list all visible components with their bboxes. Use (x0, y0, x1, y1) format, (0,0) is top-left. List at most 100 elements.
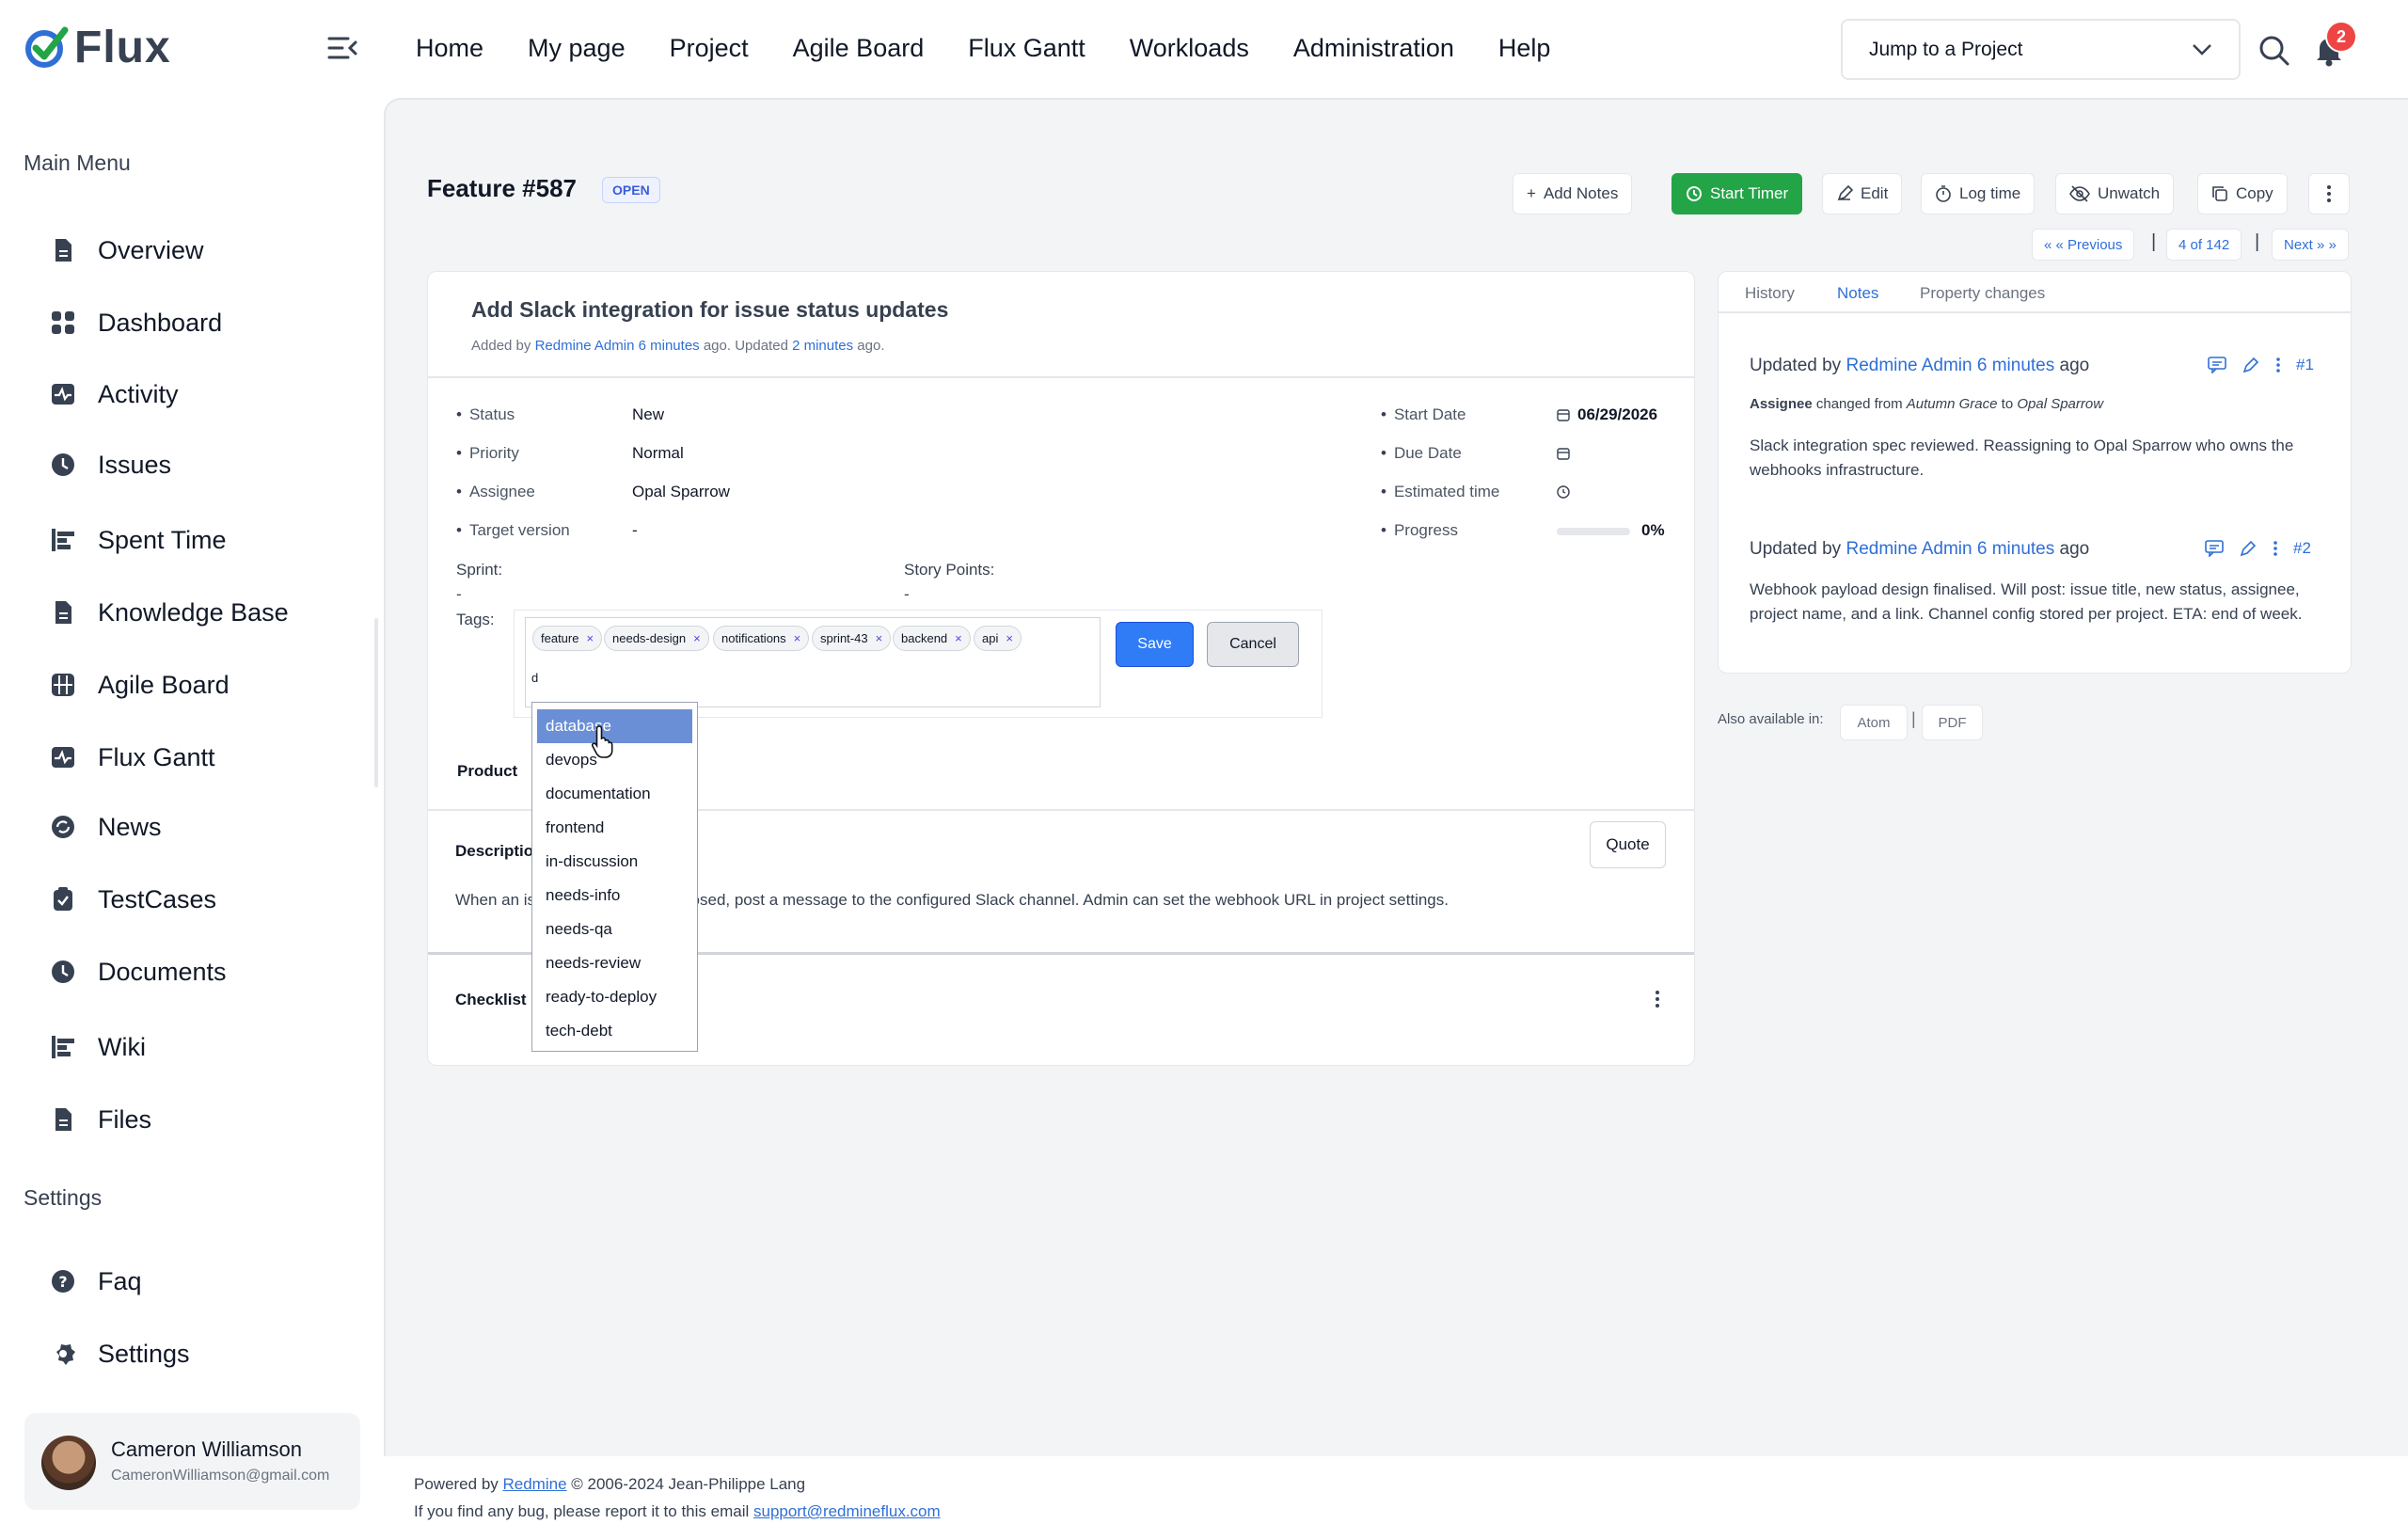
note-prefix: Updated by (1750, 539, 1846, 559)
sidebar-item-testcases[interactable]: TestCases (49, 881, 216, 918)
search-icon[interactable] (2258, 34, 2291, 68)
edit-button[interactable]: Edit (1822, 173, 1903, 214)
comment-icon[interactable] (2205, 540, 2224, 557)
suggestion-item[interactable]: tech-debt (537, 1014, 692, 1048)
comment-icon[interactable] (2208, 357, 2226, 373)
sidebar-item-knowledge-base[interactable]: Knowledge Base (49, 594, 289, 631)
suggestion-item[interactable]: ready-to-deploy (537, 980, 692, 1014)
tag-typed-text[interactable]: d (531, 671, 538, 685)
status-label: Status (456, 405, 515, 424)
sidebar-scrollbar[interactable] (374, 618, 378, 787)
save-button[interactable]: Save (1116, 622, 1194, 667)
jump-to-project-select[interactable]: Jump to a Project (1841, 19, 2241, 80)
note-time-link[interactable]: 6 minutes (1977, 356, 2054, 375)
nav-flux-gantt[interactable]: Flux Gantt (968, 34, 1085, 63)
note-time-link[interactable]: 6 minutes (1977, 539, 2054, 559)
author-link[interactable]: Redmine Admin (535, 338, 635, 354)
suggestion-item[interactable]: needs-info (537, 879, 692, 913)
divider (428, 376, 1694, 378)
kebab-icon[interactable] (1648, 988, 1667, 1010)
remove-tag-icon[interactable]: × (586, 631, 594, 645)
tab-notes[interactable]: Notes (1837, 284, 1878, 303)
tag-chip: sprint-43 × (812, 626, 892, 651)
suggestion-item[interactable]: frontend (537, 811, 692, 845)
description-start: When an is (455, 891, 536, 909)
sidebar-item-flux-gantt[interactable]: Flux Gantt (49, 738, 215, 776)
progress-label: Progress (1381, 521, 1458, 540)
redmine-link[interactable]: Redmine (503, 1475, 567, 1493)
sidebar-item-activity[interactable]: Activity (49, 375, 179, 413)
quote-button[interactable]: Quote (1590, 821, 1666, 868)
sidebar-item-dashboard[interactable]: Dashboard (49, 304, 222, 341)
note-number-link[interactable]: #1 (2296, 356, 2314, 374)
cancel-button[interactable]: Cancel (1207, 622, 1299, 667)
sidebar-item-faq[interactable]: ? Faq (49, 1262, 142, 1300)
sidebar-item-label: TestCases (98, 884, 217, 913)
more-actions-button[interactable] (2308, 173, 2350, 214)
nav-agile-board[interactable]: Agile Board (793, 34, 925, 63)
sidebar-item-spent-time[interactable]: Spent Time (49, 521, 227, 559)
tab-history[interactable]: History (1745, 284, 1795, 303)
start-timer-button[interactable]: Start Timer (1671, 173, 1803, 214)
plus-icon: + (1527, 184, 1536, 202)
log-time-button[interactable]: Log time (1921, 173, 2036, 214)
nav-my-page[interactable]: My page (528, 34, 626, 63)
added-ago-link[interactable]: 6 minutes (639, 338, 700, 354)
previous-issue-link[interactable]: « « Previous (2032, 229, 2135, 261)
copy-button[interactable]: Copy (2197, 173, 2288, 214)
suggestion-item[interactable]: needs-review (537, 946, 692, 980)
pager-separator: | (2151, 231, 2157, 252)
unwatch-button[interactable]: Unwatch (2055, 173, 2175, 214)
remove-tag-icon[interactable]: × (693, 631, 701, 645)
sidebar-item-files[interactable]: Files (49, 1101, 151, 1138)
pencil-icon[interactable] (2242, 357, 2260, 373)
pdf-format-link[interactable]: PDF (1922, 705, 1983, 740)
assignee-value: Opal Sparrow (632, 483, 730, 500)
bug-report-text: If you find any bug, please report it to… (414, 1502, 753, 1520)
sidebar-item-agile-board[interactable]: Agile Board (49, 666, 230, 704)
nav-help[interactable]: Help (1498, 34, 1551, 63)
sidebar-item-overview[interactable]: Overview (49, 231, 204, 269)
kebab-icon[interactable] (2273, 540, 2278, 557)
note-author-link[interactable]: Redmine Admin (1846, 356, 1972, 375)
remove-tag-icon[interactable]: × (794, 631, 801, 645)
remove-tag-icon[interactable]: × (955, 631, 962, 645)
story-points-label: Story Points: (904, 561, 995, 579)
add-notes-button[interactable]: + Add Notes (1513, 173, 1633, 214)
note-property-change: Assignee changed from Autumn Grace to Op… (1750, 396, 2103, 412)
sidebar-item-wiki[interactable]: Wiki (49, 1028, 146, 1066)
bars-icon (49, 526, 77, 554)
note-header: Updated by Redmine Admin 6 minutes ago (1750, 539, 2089, 560)
note-number-link[interactable]: #2 (2293, 539, 2311, 558)
next-issue-link[interactable]: Next » » (2272, 229, 2349, 261)
calendar-icon (1557, 409, 1570, 421)
app-logo[interactable]: Flux (24, 21, 171, 73)
remove-tag-icon[interactable]: × (1006, 631, 1013, 645)
nav-workloads[interactable]: Workloads (1130, 34, 1249, 63)
support-email-link[interactable]: support@redmineflux.com (753, 1502, 941, 1520)
sidebar-item-issues[interactable]: Issues (49, 446, 171, 484)
remove-tag-icon[interactable]: × (876, 631, 883, 645)
refresh-icon (49, 813, 77, 841)
kebab-icon[interactable] (2275, 357, 2281, 373)
new-value: Opal Sparrow (2017, 396, 2104, 412)
updated-ago-link[interactable]: 2 minutes (792, 338, 853, 354)
user-card[interactable]: Cameron Williamson CameronWilliamson@gma… (24, 1413, 360, 1510)
suggestion-item[interactable]: documentation (537, 777, 692, 811)
tab-property-changes[interactable]: Property changes (1920, 284, 2045, 303)
suggestion-item[interactable]: needs-qa (537, 913, 692, 946)
sidebar-item-news[interactable]: News (49, 808, 162, 846)
note-author-link[interactable]: Redmine Admin (1846, 539, 1972, 559)
suggestion-item[interactable]: in-discussion (537, 845, 692, 879)
nav-home[interactable]: Home (416, 34, 483, 63)
atom-format-link[interactable]: Atom (1840, 705, 1908, 740)
nav-project[interactable]: Project (670, 34, 749, 63)
sidebar-item-documents[interactable]: Documents (49, 953, 227, 991)
logo-check-icon (25, 26, 69, 68)
menu-collapse-icon[interactable] (325, 34, 359, 62)
nav-administration[interactable]: Administration (1293, 34, 1454, 63)
pencil-icon[interactable] (2239, 540, 2258, 557)
issue-position[interactable]: 4 of 142 (2166, 229, 2242, 261)
sidebar-item-settings[interactable]: Settings (49, 1335, 190, 1373)
sidebar-item-label: Spent Time (98, 525, 227, 554)
